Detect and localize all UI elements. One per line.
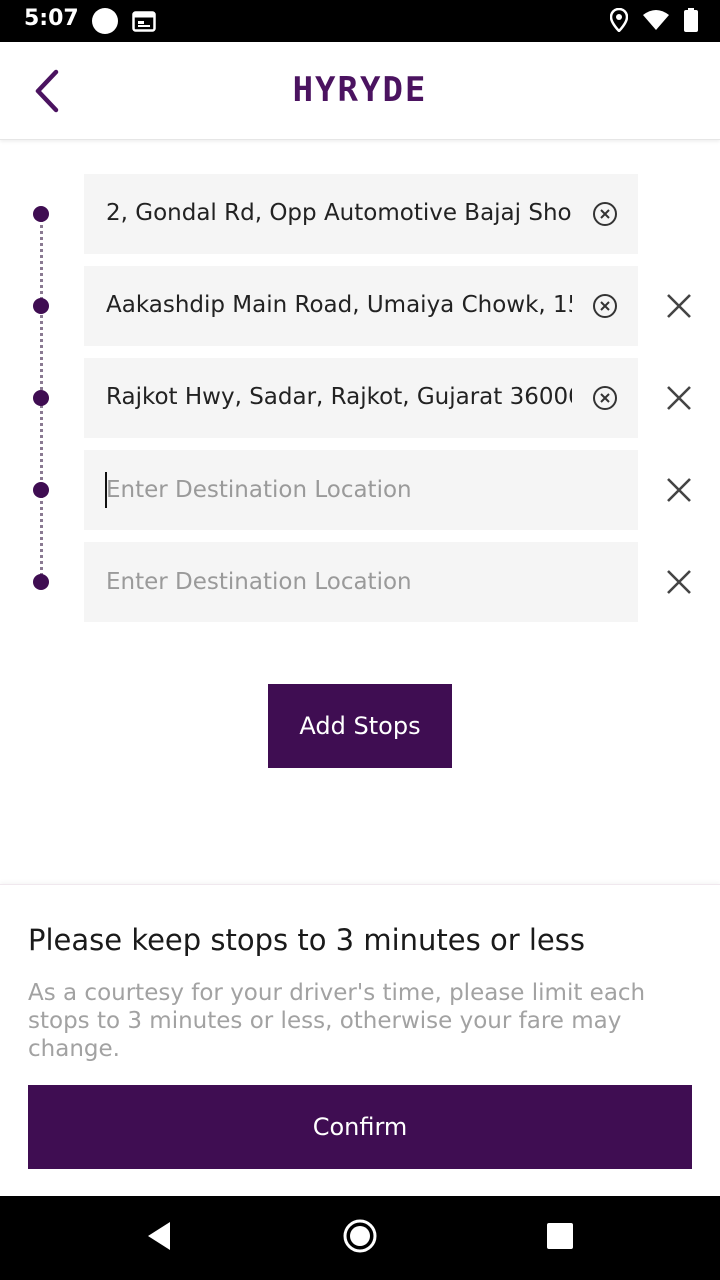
stop-location-field[interactable]: Aakashdip Main Road, Umaiya Chowk, 15 xyxy=(84,266,638,346)
stop-row xyxy=(0,450,720,530)
brand-name: HYRYDE xyxy=(292,70,428,110)
stop-location-field[interactable]: Rajkot Hwy, Sadar, Rajkot, Gujarat 36000… xyxy=(84,358,638,438)
stop-row xyxy=(0,542,720,622)
system-nav-bar xyxy=(0,1196,720,1280)
calendar-icon xyxy=(132,10,156,37)
brand-logo: HYRYDE xyxy=(0,70,720,110)
confirm-button[interactable]: Confirm xyxy=(28,1085,692,1169)
stop-row: 2, Gondal Rd, Opp Automotive Bajaj Showr… xyxy=(0,174,720,254)
nav-home-icon[interactable] xyxy=(342,1218,378,1259)
stop-dot-icon xyxy=(33,390,49,406)
app-bar: HYRYDE xyxy=(0,42,720,140)
remove-stop-close-icon[interactable] xyxy=(666,293,692,319)
destination-field[interactable] xyxy=(84,542,638,622)
wifi-icon xyxy=(642,9,670,36)
clear-circle-icon[interactable] xyxy=(592,385,618,411)
notification-dot-icon xyxy=(92,8,118,34)
clear-circle-icon[interactable] xyxy=(592,201,618,227)
battery-icon xyxy=(684,8,698,37)
sheet-description: As a courtesy for your driver's time, pl… xyxy=(28,980,646,1062)
pickup-location-field[interactable]: 2, Gondal Rd, Opp Automotive Bajaj Showr… xyxy=(84,174,638,254)
destination-input[interactable] xyxy=(106,472,606,508)
stop-dot-icon xyxy=(33,206,49,222)
location-text: 2, Gondal Rd, Opp Automotive Bajaj Showr… xyxy=(106,200,572,226)
remove-stop-close-icon[interactable] xyxy=(666,569,692,595)
text-cursor xyxy=(105,472,107,508)
clear-circle-icon[interactable] xyxy=(592,293,618,319)
remove-stop-close-icon[interactable] xyxy=(666,477,692,503)
stop-dot-icon xyxy=(33,298,49,314)
location-text: Rajkot Hwy, Sadar, Rajkot, Gujarat 36000… xyxy=(106,384,572,410)
stop-dot-icon xyxy=(33,482,49,498)
stop-policy-sheet: Please keep stops to 3 minutes or less A… xyxy=(0,884,720,1196)
remove-stop-close-icon[interactable] xyxy=(666,385,692,411)
destination-field[interactable] xyxy=(84,450,638,530)
location-icon xyxy=(609,7,629,37)
stop-row: Aakashdip Main Road, Umaiya Chowk, 15 xyxy=(0,266,720,346)
status-time: 5:07 xyxy=(24,6,79,31)
add-stops-button[interactable]: Add Stops xyxy=(268,684,452,768)
sheet-title: Please keep stops to 3 minutes or less xyxy=(28,923,585,957)
stop-dot-icon xyxy=(33,574,49,590)
stop-row: Rajkot Hwy, Sadar, Rajkot, Gujarat 36000… xyxy=(0,358,720,438)
status-bar: 5:07 xyxy=(0,0,720,42)
status-icons xyxy=(609,7,698,37)
location-text: Aakashdip Main Road, Umaiya Chowk, 15 xyxy=(106,292,572,318)
nav-back-icon[interactable] xyxy=(146,1220,172,1257)
destination-input[interactable] xyxy=(106,564,606,600)
nav-recent-apps-icon[interactable] xyxy=(546,1222,574,1255)
